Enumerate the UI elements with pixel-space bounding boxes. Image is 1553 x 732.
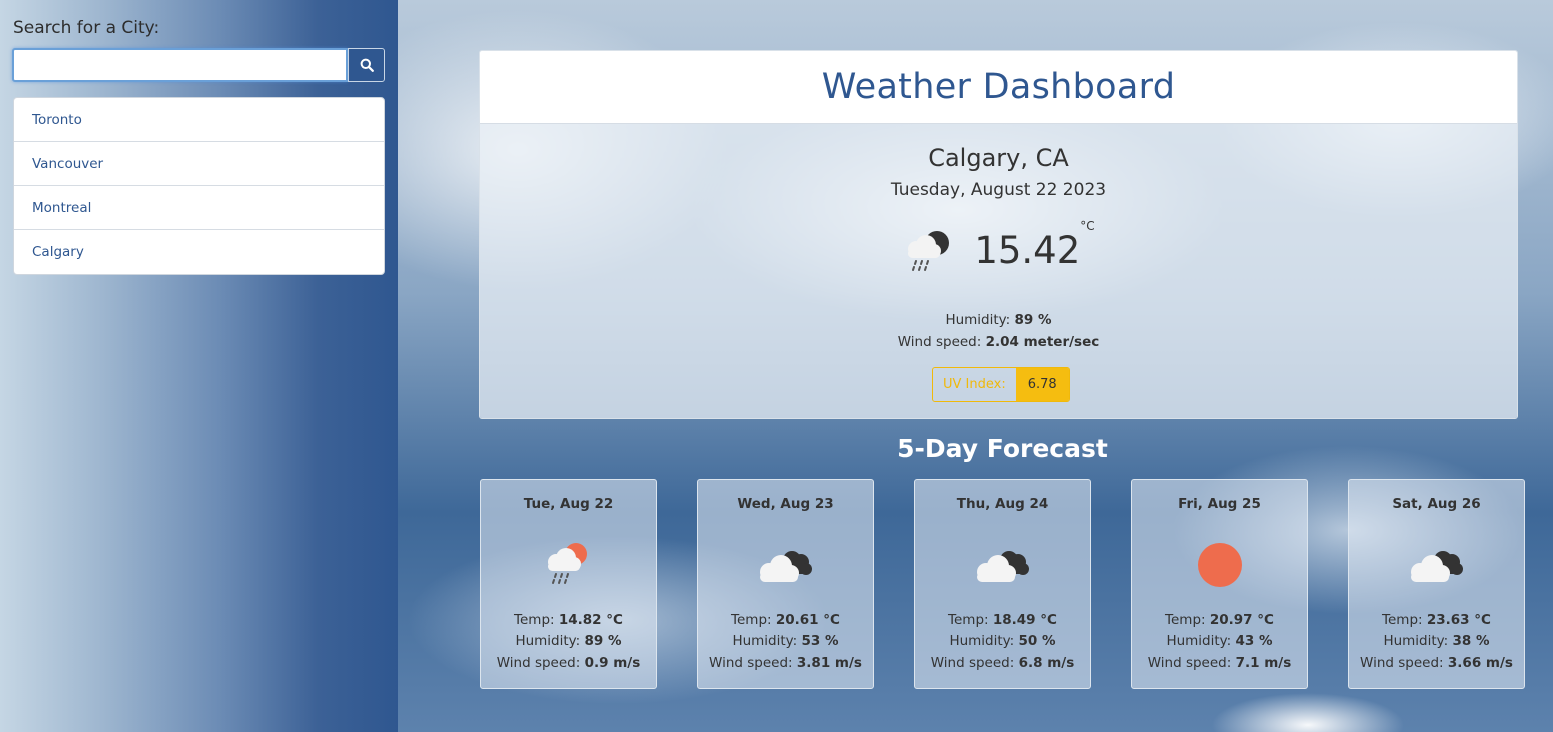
current-date: Tuesday, August 22 2023 [890, 180, 1107, 200]
forecast-temp-value: 20.97 °C [1209, 612, 1274, 628]
forecast-wind-label: Wind speed: [1360, 655, 1444, 671]
forecast-wind-label: Wind speed: [1147, 655, 1232, 671]
city-item-vancouver[interactable]: Vancouver [14, 142, 384, 186]
forecast-temp-value: 14.82 °C [558, 612, 623, 628]
forecast-wind-value: 7.1 m/s [1235, 655, 1292, 671]
forecast-card: Sat, Aug 26 Temp: 23.63 °C Humidity: 38 … [1348, 479, 1525, 689]
forecast-temp: Temp: 23.63 °C [1349, 612, 1524, 628]
forecast-humidity-value: 38 % [1452, 633, 1490, 649]
forecast-wind: Wind speed: 7.1 m/s [1132, 655, 1307, 671]
forecast-humidity-label: Humidity: [515, 633, 581, 649]
uv-index-value: 6.78 [1015, 368, 1069, 401]
dashboard-header: Weather Dashboard [480, 51, 1517, 124]
forecast-humidity: Humidity: 43 % [1132, 633, 1307, 649]
forecast-humidity: Humidity: 89 % [481, 633, 656, 649]
current-weather-body: Calgary, CA Tuesday, August 22 2023 15.4… [480, 124, 1517, 418]
search-row [12, 48, 385, 82]
forecast-temp-label: Temp: [948, 612, 989, 628]
wind-label: Wind speed: [897, 334, 982, 350]
city-item-calgary[interactable]: Calgary [14, 230, 384, 274]
forecast-wind-label: Wind speed: [930, 655, 1015, 671]
forecast-temp: Temp: 20.97 °C [1132, 612, 1307, 628]
forecast-date: Wed, Aug 23 [737, 496, 834, 512]
broken-clouds-icon [1410, 551, 1463, 582]
forecast-date: Sat, Aug 26 [1392, 496, 1481, 512]
search-history-list: Toronto Vancouver Montreal Calgary [13, 97, 385, 275]
forecast-humidity: Humidity: 38 % [1349, 633, 1524, 649]
forecast-wind: Wind speed: 6.8 m/s [915, 655, 1090, 671]
city-item-montreal[interactable]: Montreal [14, 186, 384, 230]
uv-index-label: UV Index: [943, 377, 1006, 392]
forecast-wind-value: 0.9 m/s [584, 655, 641, 671]
forecast-humidity-value: 43 % [1235, 633, 1273, 649]
forecast-humidity-value: 53 % [801, 633, 839, 649]
wind-value: 2.04 meter/sec [985, 334, 1100, 350]
current-humidity: Humidity: 89 % [480, 312, 1517, 328]
forecast-temp-label: Temp: [514, 612, 555, 628]
forecast-wind-value: 3.81 m/s [796, 655, 862, 671]
forecast-wind: Wind speed: 3.66 m/s [1349, 655, 1524, 671]
current-city-name: Calgary, CA [928, 144, 1069, 172]
sun-icon [1197, 543, 1242, 587]
forecast-humidity-label: Humidity: [732, 633, 798, 649]
forecast-humidity: Humidity: 53 % [698, 633, 873, 649]
forecast-date: Thu, Aug 24 [956, 496, 1049, 512]
forecast-humidity-label: Humidity: [949, 633, 1015, 649]
forecast-humidity-label: Humidity: [1166, 633, 1232, 649]
forecast-temp: Temp: 14.82 °C [481, 612, 656, 628]
city-item-toronto[interactable]: Toronto [14, 98, 384, 142]
broken-clouds-icon [976, 551, 1029, 582]
forecast-humidity-value: 89 % [584, 633, 622, 649]
search-button[interactable] [348, 48, 385, 82]
rain-night-cloud-icon [908, 231, 950, 271]
forecast-humidity: Humidity: 50 % [915, 633, 1090, 649]
forecast-temp: Temp: 18.49 °C [915, 612, 1090, 628]
main-content: Weather Dashboard Calgary, CA Tuesday, A… [398, 0, 1553, 732]
forecast-temp-label: Temp: [1382, 612, 1423, 628]
current-temp-unit: °C [1080, 218, 1095, 233]
rain-sun-cloud-icon [547, 543, 587, 584]
humidity-value: 89 % [1014, 312, 1052, 328]
humidity-label: Humidity: [945, 312, 1011, 328]
forecast-temp-label: Temp: [731, 612, 772, 628]
forecast-temp-label: Temp: [1165, 612, 1206, 628]
broken-clouds-icon [759, 551, 812, 582]
sidebar: Search for a City: Toronto Vancouver Mon… [0, 0, 398, 732]
forecast-card: Fri, Aug 25 Temp: 20.97 °C Humidity: 43 … [1131, 479, 1308, 689]
page-title: Weather Dashboard [821, 67, 1176, 107]
forecast-wind-value: 3.66 m/s [1447, 655, 1513, 671]
forecast-humidity-value: 50 % [1018, 633, 1056, 649]
forecast-wind: Wind speed: 3.81 m/s [698, 655, 873, 671]
current-temp-row: 15.42°C [480, 219, 1517, 276]
search-icon [360, 58, 374, 72]
forecast-card: Thu, Aug 24 Temp: 18.49 °C Humidity: 50 … [914, 479, 1091, 689]
forecast-temp-value: 18.49 °C [992, 612, 1057, 628]
forecast-wind-label: Wind speed: [709, 655, 793, 671]
forecast-wind-label: Wind speed: [496, 655, 581, 671]
search-label: Search for a City: [13, 18, 160, 38]
current-wind: Wind speed: 2.04 meter/sec [480, 334, 1517, 350]
forecast-temp-value: 23.63 °C [1426, 612, 1491, 628]
forecast-card: Tue, Aug 22 Temp: 14.82 °C Humidity: 89 … [480, 479, 657, 689]
forecast-title: 5-Day Forecast [897, 434, 1108, 463]
uv-index-badge: UV Index: 6.78 [932, 367, 1070, 402]
forecast-wind-value: 6.8 m/s [1018, 655, 1075, 671]
forecast-humidity-label: Humidity: [1383, 633, 1449, 649]
search-input[interactable] [12, 48, 348, 82]
forecast-date: Tue, Aug 22 [523, 496, 614, 512]
forecast-temp: Temp: 20.61 °C [698, 612, 873, 628]
forecast-wind: Wind speed: 0.9 m/s [481, 655, 656, 671]
forecast-temp-value: 20.61 °C [775, 612, 840, 628]
forecast-card: Wed, Aug 23 Temp: 20.61 °C Humidity: 53 … [697, 479, 874, 689]
current-temp-value: 15.42 [974, 228, 1081, 272]
current-weather-card: Weather Dashboard Calgary, CA Tuesday, A… [479, 50, 1518, 419]
forecast-date: Fri, Aug 25 [1178, 496, 1261, 512]
current-temperature: 15.42°C [974, 219, 1094, 272]
